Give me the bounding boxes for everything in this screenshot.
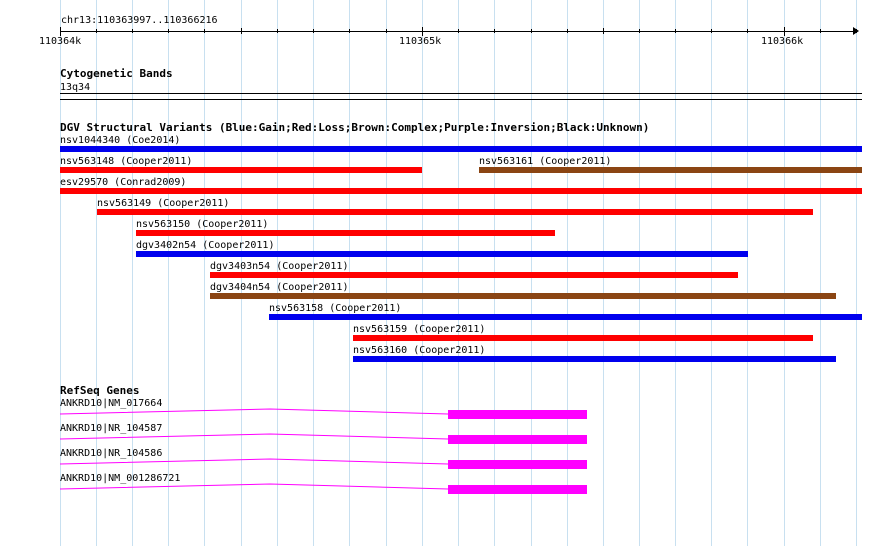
gene-label[interactable]: ANKRD10|NR_104587 [60,423,162,434]
gene-introns [59,408,449,490]
gene-exon[interactable] [448,460,587,469]
gene-exon[interactable] [448,485,587,494]
gene-exon[interactable] [448,410,587,419]
gene-label[interactable]: ANKRD10|NM_001286721 [60,473,180,484]
gene-label[interactable]: ANKRD10|NR_104586 [60,448,162,459]
gene-label[interactable]: ANKRD10|NM_017664 [60,398,162,409]
genome-browser-view: chr13:110363997..110366216 110364k 11036… [0,0,890,546]
gene-exon[interactable] [448,435,587,444]
